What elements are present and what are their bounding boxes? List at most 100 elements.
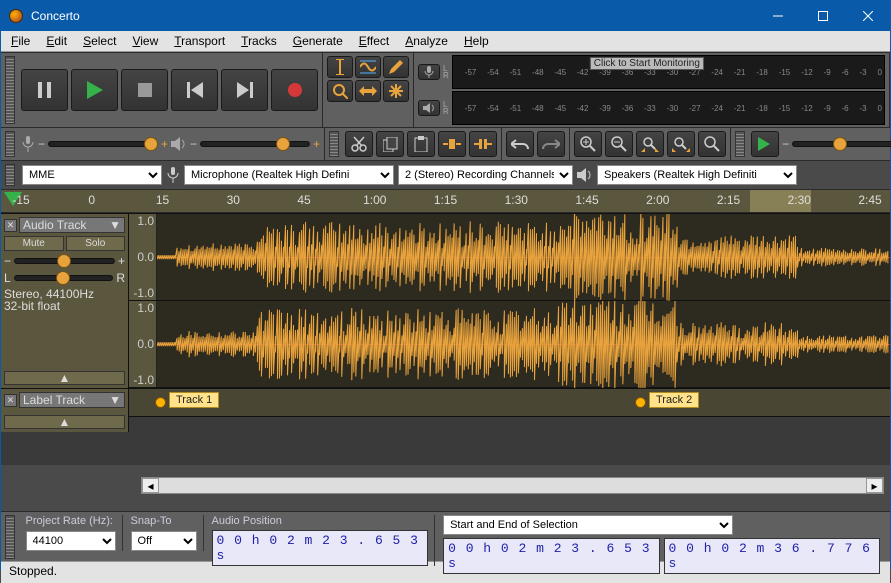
label-marker[interactable] <box>635 397 646 408</box>
play-meter-speaker-icon[interactable] <box>418 100 440 116</box>
draw-tool[interactable] <box>383 56 409 78</box>
speaker-icon <box>171 137 187 151</box>
zoom-in-button[interactable] <box>574 131 602 157</box>
redo-button[interactable] <box>537 131 565 157</box>
scroll-right-button[interactable]: ▸ <box>866 478 883 493</box>
toolbar-row-2: − + − + − + <box>1 127 890 160</box>
audio-track: ✕ Audio Track▼ Mute Solo −+ LR Stereo, 4… <box>1 213 890 388</box>
toolbar-grip[interactable] <box>5 56 15 124</box>
menu-file[interactable]: File <box>3 32 38 50</box>
minimize-button[interactable] <box>755 1 800 31</box>
track-gain-slider[interactable] <box>14 258 115 264</box>
recording-channels-select[interactable]: 2 (Stereo) Recording Channels <box>398 165 573 185</box>
transport-toolbar <box>1 53 323 127</box>
toolbar-grip[interactable] <box>5 164 15 186</box>
skip-end-button[interactable] <box>221 69 268 111</box>
playatspeed-toolbar: − + <box>731 128 891 160</box>
toolbar-grip[interactable] <box>5 131 15 157</box>
track-control-panel: ✕ Label Track▼ ▲ <box>1 389 129 432</box>
playback-device-select[interactable]: Speakers (Realtek High Definiti <box>597 165 797 185</box>
stop-button[interactable] <box>121 69 168 111</box>
toolbar-grip[interactable] <box>329 131 339 157</box>
status-text: Stopped. <box>9 564 57 578</box>
fit-selection-button[interactable] <box>636 131 664 157</box>
recording-meter[interactable]: -57-54-51-48-45-42-39-36-33-30-27-24-21-… <box>452 55 885 89</box>
monitor-label[interactable]: Click to Start Monitoring <box>590 57 704 70</box>
menu-generate[interactable]: Generate <box>285 32 351 50</box>
skip-start-button[interactable] <box>171 69 218 111</box>
silence-button[interactable] <box>469 131 497 157</box>
zoom-toggle-button[interactable] <box>698 131 726 157</box>
track-pan-slider[interactable] <box>14 275 114 281</box>
selection-end-field[interactable]: 0 0 h 0 2 m 3 6 . 7 7 6 s <box>664 538 880 574</box>
toolbar-row-1: LR -57-54-51-48-45-42-39-36-33-30-27-24-… <box>1 52 890 127</box>
meters-toolbar: LR -57-54-51-48-45-42-39-36-33-30-27-24-… <box>414 53 890 127</box>
device-toolbar: MME Microphone (Realtek High Defini 2 (S… <box>1 160 890 189</box>
mute-button[interactable]: Mute <box>4 236 64 251</box>
audio-host-select[interactable]: MME <box>22 165 162 185</box>
track-collapse-button[interactable]: ▲ <box>4 371 125 385</box>
multi-tool[interactable] <box>383 80 409 102</box>
menu-effect[interactable]: Effect <box>351 32 397 50</box>
track-menu-button[interactable]: Label Track▼ <box>19 392 125 408</box>
pause-button[interactable] <box>21 69 68 111</box>
playback-volume-slider[interactable] <box>200 141 310 147</box>
play-at-speed-button[interactable] <box>751 131 779 157</box>
timeshift-tool[interactable] <box>355 80 381 102</box>
snap-to-select[interactable]: Off <box>131 531 197 551</box>
label-marker[interactable] <box>155 397 166 408</box>
track-format-info: Stereo, 44100Hz32-bit float <box>4 288 125 312</box>
play-button[interactable] <box>71 69 118 111</box>
maximize-button[interactable] <box>800 1 845 31</box>
solo-button[interactable]: Solo <box>66 236 126 251</box>
audio-position-field[interactable]: 0 0 h 0 2 m 2 3 . 6 5 3 s <box>212 530 429 566</box>
horizontal-scrollbar[interactable]: ◂ ▸ <box>141 477 884 494</box>
label-track-body[interactable]: Track 1 Track 2 <box>129 389 890 417</box>
menu-select[interactable]: Select <box>75 32 124 50</box>
menu-view[interactable]: View <box>124 32 166 50</box>
menu-tracks[interactable]: Tracks <box>233 32 285 50</box>
trim-button[interactable] <box>438 131 466 157</box>
rec-meter-mic-icon[interactable] <box>418 64 440 80</box>
selection-start-field[interactable]: 0 0 h 0 2 m 2 3 . 6 5 3 s <box>443 538 659 574</box>
cut-button[interactable] <box>345 131 373 157</box>
project-rate-label: Project Rate (Hz): <box>26 515 116 527</box>
copy-button[interactable] <box>376 131 404 157</box>
playback-speed-slider[interactable] <box>792 141 891 147</box>
label-text[interactable]: Track 1 <box>169 392 219 408</box>
toolbar-grip[interactable] <box>5 515 15 559</box>
paste-button[interactable] <box>407 131 435 157</box>
menu-bar: File Edit Select View Transport Tracks G… <box>1 31 890 52</box>
envelope-tool[interactable] <box>355 56 381 78</box>
undo-button[interactable] <box>506 131 534 157</box>
timeline-ruler[interactable]: -1501530451:001:151:301:452:002:152:302:… <box>1 189 890 213</box>
app-icon <box>9 9 23 23</box>
selection-mode-select[interactable]: Start and End of Selection <box>443 515 733 535</box>
close-button[interactable] <box>845 1 890 31</box>
label-text[interactable]: Track 2 <box>649 392 699 408</box>
recording-volume-slider[interactable] <box>48 141 158 147</box>
menu-edit[interactable]: Edit <box>38 32 75 50</box>
project-rate-select[interactable]: 44100 <box>26 531 116 551</box>
record-button[interactable] <box>271 69 318 111</box>
menu-transport[interactable]: Transport <box>166 32 233 50</box>
playback-meter[interactable]: -57-54-51-48-45-42-39-36-33-30-27-24-21-… <box>452 91 885 125</box>
selection-tool[interactable] <box>327 56 353 78</box>
track-menu-button[interactable]: Audio Track▼ <box>19 217 125 233</box>
track-collapse-button[interactable]: ▲ <box>4 415 125 429</box>
mic-icon <box>166 167 180 183</box>
track-close-button[interactable]: ✕ <box>4 219 17 232</box>
zoom-out-button[interactable] <box>605 131 633 157</box>
zoom-tool[interactable] <box>327 80 353 102</box>
fit-project-button[interactable] <box>667 131 695 157</box>
recording-device-select[interactable]: Microphone (Realtek High Defini <box>184 165 394 185</box>
toolbar-grip[interactable] <box>735 131 745 157</box>
waveform-area[interactable]: 1.00.0-1.0 1.00.0-1.0 <box>129 214 890 388</box>
track-close-button[interactable]: ✕ <box>4 394 17 407</box>
menu-help[interactable]: Help <box>456 32 497 50</box>
menu-analyze[interactable]: Analyze <box>397 32 456 50</box>
tools-toolbar <box>323 53 414 127</box>
scroll-left-button[interactable]: ◂ <box>142 478 159 493</box>
window-title: Concerto <box>31 9 755 23</box>
play-meter-lr: LR <box>443 101 449 115</box>
